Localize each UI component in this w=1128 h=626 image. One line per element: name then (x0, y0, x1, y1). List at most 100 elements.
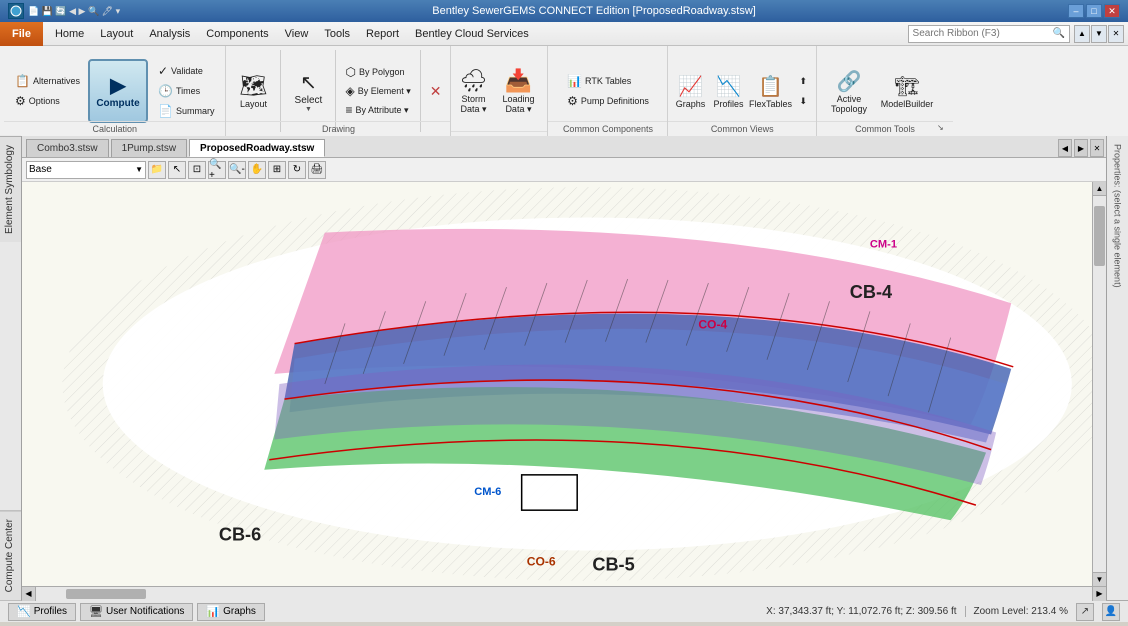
menu-tools[interactable]: Tools (316, 22, 358, 46)
menu-bar: File Home Layout Analysis Components Vie… (0, 22, 1128, 46)
graphs-status-tab[interactable]: 📊 Graphs (197, 603, 265, 621)
zoom-in-button[interactable]: 🔍+ (208, 161, 226, 179)
pump-definitions-button[interactable]: ⚙ Pump Definitions (562, 92, 654, 110)
options-button[interactable]: ⚙ Options (10, 92, 85, 110)
scroll-left-button[interactable]: ◀ (22, 587, 36, 601)
vertical-scrollbar[interactable]: ▲ ▼ (1092, 182, 1106, 586)
tab-combo3[interactable]: Combo3.stsw (26, 139, 109, 157)
nav-arrows: ▲ ▼ ✕ (1074, 25, 1124, 43)
status-coords-area: X: 37,343.37 ft; Y: 11,072.76 ft; Z: 309… (766, 603, 1120, 621)
tab-1pump[interactable]: 1Pump.stsw (111, 139, 187, 157)
tab-proposedRoadway[interactable]: ProposedRoadway.stsw (189, 139, 325, 157)
menu-components[interactable]: Components (198, 22, 276, 46)
by-attribute-button[interactable]: ≡ By Attribute ▾ (340, 101, 415, 119)
right-sidebar: Properties: (select a single element) (1106, 136, 1128, 600)
graphs-button[interactable]: 📈 Graphs (672, 59, 708, 123)
nav-close-button[interactable]: ✕ (1108, 25, 1124, 43)
compute-button[interactable]: ▶ Compute (88, 59, 148, 123)
loading-button[interactable]: 📥 LoadingData ▾ (493, 59, 543, 123)
ribbon-group-views: 📈 Graphs 📉 Profiles 📋 FlexTables ⬆ ⬇ Com… (668, 46, 817, 136)
svg-text:CM-1: CM-1 (870, 239, 897, 251)
active-topology-button[interactable]: 🔗 ActiveTopology (821, 59, 877, 123)
search-ribbon-box[interactable]: 🔍 (908, 25, 1070, 43)
scroll-right-button[interactable]: ▶ (1092, 587, 1106, 601)
graphs-icon: 📈 (678, 74, 703, 99)
ribbon: 📋 Alternatives ⚙ Options ▶ Compute ✓ Val… (0, 46, 1128, 136)
rtk-tables-button[interactable]: 📊 RTK Tables (562, 72, 654, 90)
select-button[interactable]: ↖ Select ▼ (285, 59, 331, 123)
scroll-down-button[interactable]: ▼ (1093, 572, 1106, 586)
model-builder-icon: 🏗 (894, 74, 919, 99)
menu-layout[interactable]: Layout (92, 22, 141, 46)
close-drawing-button[interactable]: ✕ (425, 82, 447, 100)
menu-home[interactable]: Home (47, 22, 92, 46)
svg-text:CM-6: CM-6 (474, 486, 501, 498)
sep1 (280, 50, 281, 132)
tab-left-button[interactable]: ◀ (1058, 139, 1072, 157)
svg-text:CB-6: CB-6 (219, 524, 261, 544)
select-tool-button[interactable]: ↖ (168, 161, 186, 179)
rotate-button[interactable]: ↻ (288, 161, 306, 179)
profiles-button[interactable]: 📉 Profiles (710, 59, 746, 123)
document-area: Element Symbology Compute Center Combo3.… (0, 136, 1128, 600)
menu-bentley-cloud[interactable]: Bentley Cloud Services (407, 22, 537, 46)
menu-view[interactable]: View (277, 22, 317, 46)
flextables-icon: 📋 (758, 74, 783, 99)
layout-icon: 🗺 (239, 73, 267, 99)
flextables-button[interactable]: 📋 FlexTables (748, 59, 792, 123)
tab-close-button[interactable]: ✕ (1090, 139, 1104, 157)
scenario-dropdown[interactable]: Base ▼ (26, 161, 146, 179)
compute-center-tab[interactable]: Compute Center (0, 510, 21, 600)
properties-label: Properties: (select a single element) (1111, 136, 1125, 296)
validate-button[interactable]: ✓ Validate (153, 62, 219, 80)
profiles-status-tab[interactable]: 📉 Profiles (8, 603, 76, 621)
user-icon-btn[interactable]: 👤 (1102, 603, 1120, 621)
zoom-to-btn[interactable]: ↗ (1076, 603, 1094, 621)
views-expand-button[interactable]: ⬆ (794, 72, 812, 90)
rtk-icon: 📊 (567, 74, 582, 88)
sep2 (335, 50, 336, 132)
nav-up-button[interactable]: ▲ (1074, 25, 1090, 43)
search-ribbon-input[interactable] (913, 28, 1053, 39)
minimize-button[interactable]: – (1068, 4, 1084, 18)
menu-analysis[interactable]: Analysis (141, 22, 198, 46)
folder-button[interactable]: 📁 (148, 161, 166, 179)
zoom-out-button[interactable]: 🔍- (228, 161, 246, 179)
horizontal-scrollbar[interactable]: ◀ ▶ (22, 586, 1106, 600)
tools-label: Common Tools (817, 121, 953, 134)
summary-button[interactable]: 📄 Summary (153, 102, 219, 120)
scroll-thumb-h[interactable] (66, 589, 146, 599)
tab-right-button[interactable]: ▶ (1074, 139, 1088, 157)
attribute-icon: ≡ (345, 103, 352, 117)
by-polygon-button[interactable]: ⬡ By Polygon (340, 63, 415, 81)
ribbon-group-components: 📊 RTK Tables ⚙ Pump Definitions Common C… (548, 46, 668, 136)
times-icon: 🕒 (158, 84, 173, 98)
canvas-svg: CM-1 CO-4 CM-6 CO-6 CO-7 C0-... CB-4 CB-… (22, 182, 1092, 586)
zoom-window-button[interactable]: ⊞ (268, 161, 286, 179)
print-button[interactable]: 🖨 (308, 161, 326, 179)
alternatives-button[interactable]: 📋 Alternatives (10, 72, 85, 90)
menu-report[interactable]: Report (358, 22, 407, 46)
scroll-up-button[interactable]: ▲ (1093, 182, 1106, 196)
layout-button[interactable]: 🗺 Layout (230, 59, 276, 123)
close-button[interactable]: ✕ (1104, 4, 1120, 18)
times-button[interactable]: 🕒 Times (153, 82, 219, 100)
views-more-button[interactable]: ⬇ (794, 92, 812, 110)
notifications-status-tab[interactable]: 🖥 User Notifications (80, 603, 193, 621)
by-element-button[interactable]: ◈ By Element ▾ (340, 82, 415, 100)
nav-down-button[interactable]: ▼ (1091, 25, 1107, 43)
pan-button[interactable]: ✋ (248, 161, 266, 179)
canvas-drawing[interactable]: CM-1 CO-4 CM-6 CO-6 CO-7 C0-... CB-4 CB-… (22, 182, 1092, 586)
maximize-button[interactable]: □ (1086, 4, 1102, 18)
model-builder-button[interactable]: 🏗 ModelBuilder (881, 59, 933, 123)
file-menu[interactable]: File (0, 22, 43, 46)
storm-label (451, 131, 547, 134)
element-symbology-tab[interactable]: Element Symbology (0, 136, 21, 242)
zoom-extent-button[interactable]: ⊡ (188, 161, 206, 179)
loading-icon: 📥 (505, 68, 532, 94)
profiles-icon: 📉 (716, 74, 741, 99)
scroll-thumb-v[interactable] (1094, 206, 1105, 266)
storm-data-button[interactable]: 🌧 StormData ▾ (455, 59, 491, 123)
sidebar-spacer (0, 242, 21, 510)
window-title: Bentley SewerGEMS CONNECT Edition [Propo… (120, 5, 1068, 17)
